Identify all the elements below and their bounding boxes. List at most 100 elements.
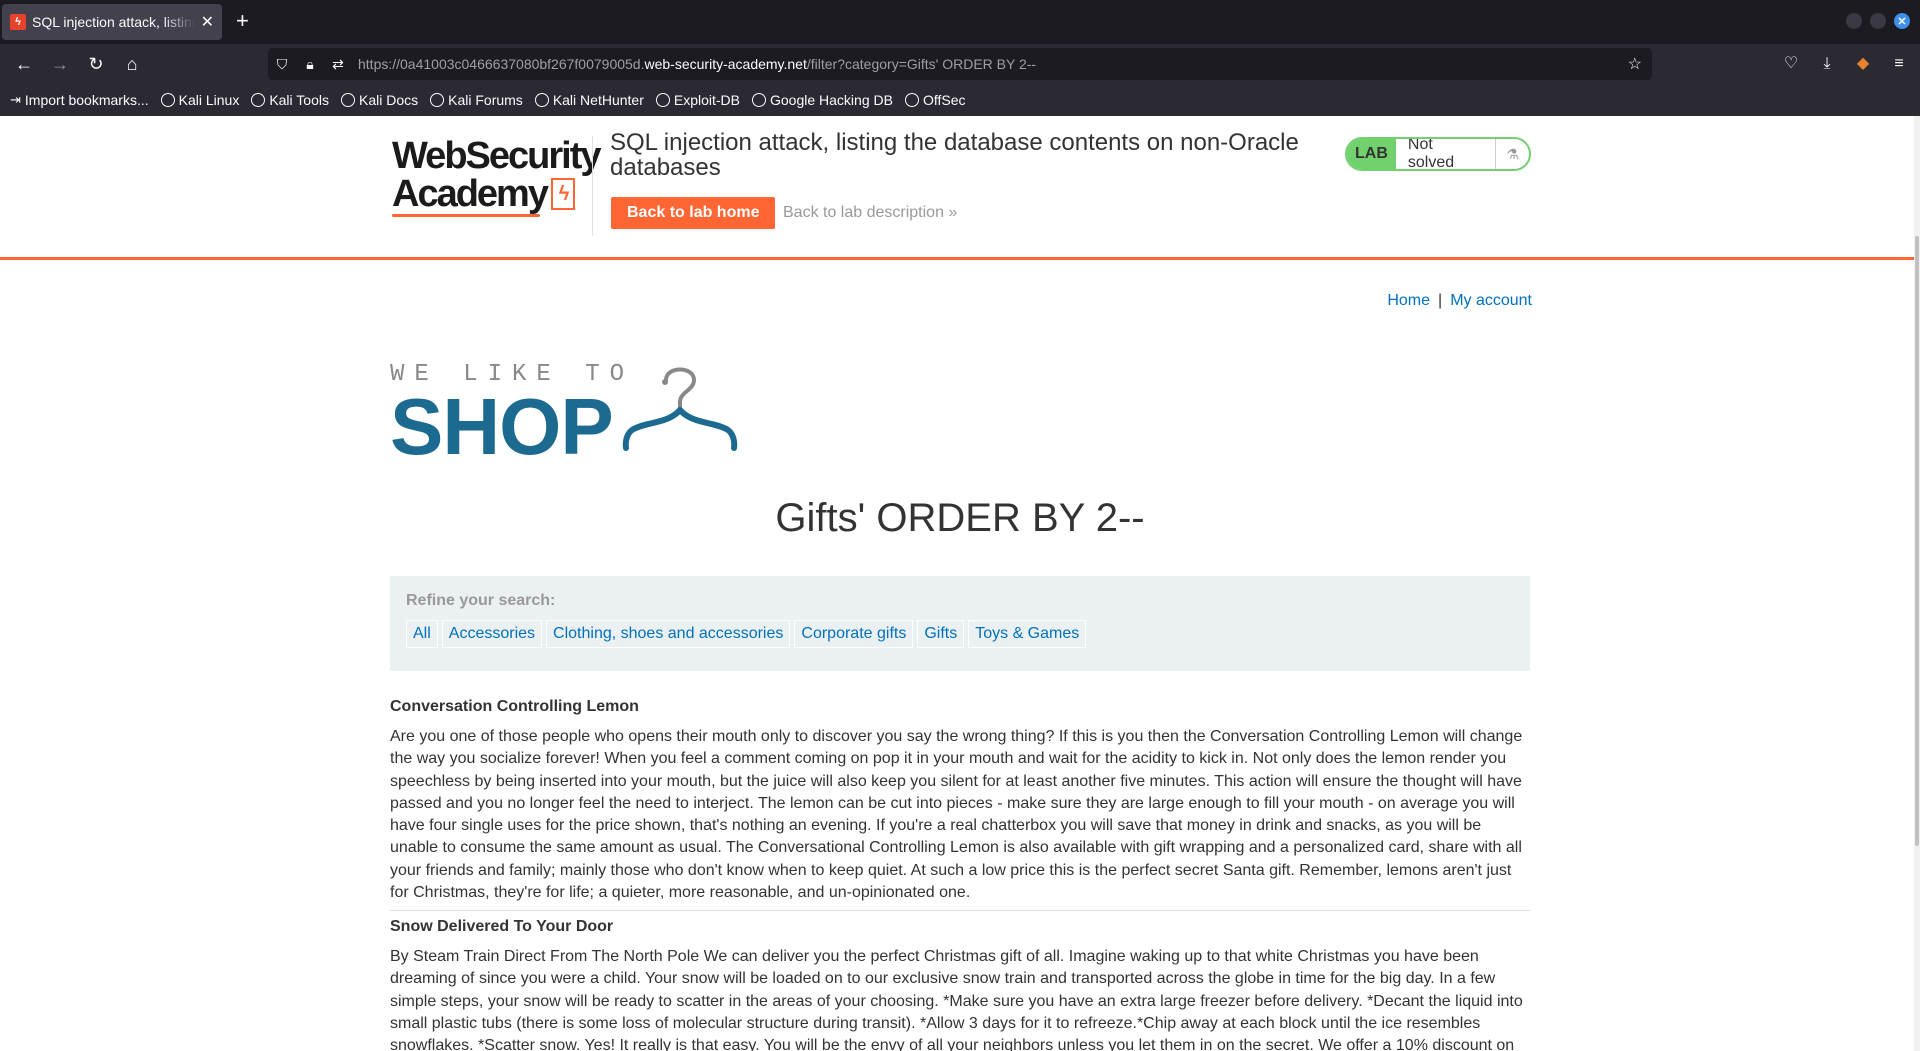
pocket-icon[interactable]: ♡ bbox=[1780, 52, 1802, 76]
import-icon: ⇥ bbox=[10, 92, 21, 107]
filter-corporate-gifts[interactable]: Corporate gifts bbox=[794, 620, 914, 648]
product-name: Conversation Controlling Lemon bbox=[390, 698, 639, 715]
home-icon[interactable]: ⌂ bbox=[120, 52, 144, 76]
back-arrow-icon[interactable]: ← bbox=[12, 52, 36, 76]
lab-status-widget: LAB Not solved ⚗ bbox=[1345, 137, 1531, 171]
shop-logo: WE LIKE TO SHOP bbox=[390, 362, 738, 471]
lab-status-text: Not solved bbox=[1407, 137, 1455, 171]
logo-text-line2: Academy ϟ bbox=[392, 173, 599, 215]
globe-icon bbox=[904, 93, 919, 107]
my-account-link[interactable]: My account bbox=[1450, 292, 1532, 309]
browser-tab[interactable]: ϟ SQL injection attack, listing ✕ bbox=[2, 4, 222, 40]
nav-bar: ← → ↻ ⌂ ⛉ 🔒︎ ⇄ https://0a41003c046663708… bbox=[0, 44, 1920, 84]
bookmarks-bar: ⇥ Import bookmarks... Kali Linux Kali Too… bbox=[0, 84, 1920, 116]
url-text[interactable]: https://0a41003c0466637080bf267f0079005d… bbox=[358, 56, 1036, 72]
globe-icon bbox=[251, 93, 266, 107]
bookmark-label: Kali Tools bbox=[269, 92, 329, 108]
product-description: By Steam Train Direct From The North Pol… bbox=[390, 948, 1523, 1051]
close-window-icon[interactable]: ✕ bbox=[1894, 13, 1910, 29]
bookmark-exploit-db[interactable]: Exploit-DB bbox=[655, 92, 740, 108]
page-scrollbar[interactable] bbox=[1914, 116, 1920, 1051]
globe-icon bbox=[655, 93, 670, 107]
tab-title: SQL injection attack, listing bbox=[32, 14, 195, 30]
double-chevron-right-icon: » bbox=[948, 204, 958, 221]
globe-icon bbox=[534, 93, 549, 107]
bookmark-import[interactable]: ⇥ Import bookmarks... bbox=[10, 92, 149, 108]
download-icon[interactable]: ⤓ bbox=[1816, 52, 1838, 76]
globe-icon bbox=[752, 93, 766, 107]
bookmark-kali-forums[interactable]: Kali Forums bbox=[430, 92, 523, 108]
filter-gifts[interactable]: Gifts bbox=[917, 620, 965, 648]
bookmark-label: Google Hacking DB bbox=[770, 92, 893, 108]
flask-icon: ⚗ bbox=[1495, 139, 1529, 169]
product-item: Snow Delivered To Your Door By Steam Tra… bbox=[390, 918, 1530, 1051]
product-description: Are you one of those people who opens th… bbox=[390, 728, 1523, 902]
url-path: /filter?category=Gifts' ORDER BY 2-- bbox=[806, 56, 1037, 72]
bookmark-label: Kali Docs bbox=[358, 92, 419, 108]
lab-favicon-icon: ϟ bbox=[10, 14, 26, 30]
lab-header: WebSecurity Academy ϟ SQL injection attac… bbox=[0, 116, 1920, 260]
top-nav: Home | My account bbox=[1387, 292, 1532, 310]
forward-arrow-icon[interactable]: → bbox=[48, 52, 72, 76]
lock-icon[interactable]: 🔒︎ bbox=[296, 56, 324, 73]
globe-icon bbox=[340, 93, 355, 107]
tab-bar: ϟ SQL injection attack, listing ✕ + ✕ bbox=[0, 0, 1920, 44]
globe-icon bbox=[430, 93, 445, 107]
product-name: Snow Delivered To Your Door bbox=[390, 918, 614, 935]
globe-icon bbox=[160, 93, 175, 107]
window-controls: ✕ bbox=[1846, 13, 1910, 29]
url-prefix: https://0a41003c0466637080bf267f0079005d… bbox=[358, 56, 645, 72]
hanger-icon bbox=[622, 367, 738, 451]
filter-accessories[interactable]: Accessories bbox=[441, 620, 543, 648]
bookmark-offsec[interactable]: OffSec bbox=[904, 92, 966, 108]
scrollbar-thumb[interactable] bbox=[1915, 236, 1919, 846]
url-bar[interactable]: ⛉ 🔒︎ ⇄ https://0a41003c0466637080bf267f0… bbox=[268, 48, 1652, 80]
bookmark-label: Kali NetHunter bbox=[552, 92, 644, 108]
new-tab-icon[interactable]: + bbox=[236, 10, 249, 32]
close-tab-icon[interactable]: ✕ bbox=[201, 12, 214, 32]
menu-icon[interactable]: ≡ bbox=[1888, 52, 1910, 76]
nav-separator: | bbox=[1438, 292, 1443, 309]
filter-label: Refine your search: bbox=[406, 592, 556, 609]
bookmark-kali-docs[interactable]: Kali Docs bbox=[340, 92, 419, 108]
bookmark-kali-tools[interactable]: Kali Tools bbox=[251, 92, 329, 108]
url-host: web-security-academy.net bbox=[644, 56, 807, 72]
shop-name: SHOP bbox=[390, 382, 614, 471]
toolbar-icons: ♡ ⤓ ◆ ≡ bbox=[1780, 52, 1910, 76]
bookmark-kali-linux[interactable]: Kali Linux bbox=[160, 92, 240, 108]
bookmark-label: Import bookmarks... bbox=[24, 92, 149, 108]
filter-box: Refine your search: All Accessories Clot… bbox=[390, 576, 1530, 671]
page-heading: Gifts' ORDER BY 2-- bbox=[775, 496, 1145, 540]
back-to-lab-description-link[interactable]: Back to lab description » bbox=[783, 204, 957, 222]
bookmark-star-icon[interactable]: ☆ bbox=[1628, 54, 1642, 74]
permissions-icon[interactable]: ⇄ bbox=[324, 56, 352, 73]
back-description-label: Back to lab description bbox=[783, 204, 944, 221]
filter-list: All Accessories Clothing, shoes and acce… bbox=[406, 620, 1514, 648]
bookmark-kali-nethunter[interactable]: Kali NetHunter bbox=[534, 92, 644, 108]
bookmark-label: Kali Linux bbox=[178, 92, 240, 108]
lab-title: SQL injection attack, listing the databa… bbox=[610, 129, 1299, 181]
extension-fox-icon[interactable]: ◆ bbox=[1852, 52, 1874, 76]
filter-toys-games[interactable]: Toys & Games bbox=[968, 620, 1087, 648]
web-security-academy-logo[interactable]: WebSecurity Academy ϟ bbox=[392, 135, 601, 217]
home-link[interactable]: Home bbox=[1387, 292, 1430, 309]
bookmark-label: Kali Forums bbox=[448, 92, 523, 108]
lab-badge: LAB bbox=[1347, 139, 1396, 169]
header-divider bbox=[592, 136, 593, 236]
filter-all[interactable]: All bbox=[406, 620, 438, 648]
maximize-icon[interactable] bbox=[1870, 13, 1886, 29]
bookmark-label: Exploit-DB bbox=[673, 92, 740, 108]
lightning-bolt-icon: ϟ bbox=[550, 178, 575, 210]
shield-icon[interactable]: ⛉ bbox=[268, 56, 296, 73]
logo-text-academy: Academy bbox=[392, 173, 549, 215]
bookmark-label: OffSec bbox=[922, 92, 966, 108]
minimize-icon[interactable] bbox=[1846, 13, 1862, 29]
logo-text-line1: WebSecurity bbox=[392, 135, 601, 177]
product-divider bbox=[390, 910, 1530, 911]
back-to-lab-home-button[interactable]: Back to lab home bbox=[611, 197, 776, 229]
page-content: WebSecurity Academy ϟ SQL injection attac… bbox=[0, 116, 1920, 1051]
filter-clothing[interactable]: Clothing, shoes and accessories bbox=[546, 620, 791, 648]
bookmark-google-hacking-db[interactable]: Google Hacking DB bbox=[752, 92, 893, 108]
reload-icon[interactable]: ↻ bbox=[84, 52, 108, 76]
product-item: Conversation Controlling Lemon Are you o… bbox=[390, 698, 1530, 904]
